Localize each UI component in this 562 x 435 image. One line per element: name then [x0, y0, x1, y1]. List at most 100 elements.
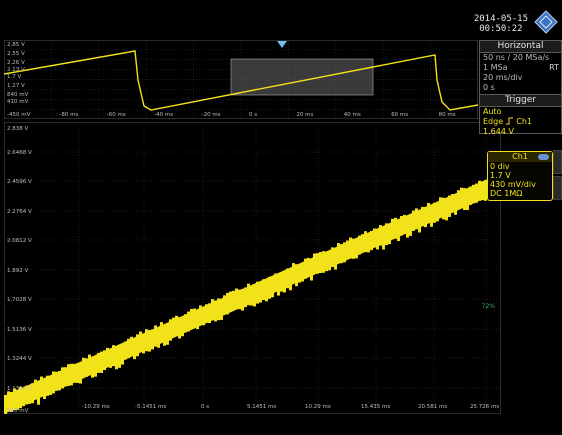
zoom-y-tick-label: 2.0812 V [7, 238, 32, 244]
zoom-trace-segment [343, 242, 346, 263]
zoom-y-tick-label: 946 mV [7, 408, 29, 414]
zoom-y-tick-label: 1.7028 V [7, 297, 32, 303]
zoom-trace-segment [322, 251, 325, 273]
zoom-y-tick-label: 2.4596 V [7, 179, 32, 185]
zoom-trace-segment [49, 375, 52, 395]
zoom-trace-segment [415, 208, 418, 230]
zoom-trace-segment [196, 310, 199, 330]
overview-trigger-position-marker[interactable] [277, 41, 287, 49]
zoom-trace-segment [448, 195, 451, 217]
zoom-trace-segment [178, 317, 181, 339]
channel1-scale: 430 mV/div [490, 180, 536, 189]
zoom-trace-segment [289, 269, 292, 291]
overview-y-tick-label: 2.85 V [7, 42, 25, 48]
zoom-trace-segment [472, 184, 475, 204]
zoom-trace-segment [442, 197, 445, 220]
zoom-trace-segment [424, 206, 427, 228]
zoom-trace-segment [34, 379, 37, 398]
overview-x-tick-label: -20 ms [202, 112, 221, 118]
zoom-trace-segment [280, 272, 283, 292]
zoom-trace-segment [349, 237, 352, 259]
zoom-trace-segment [430, 205, 433, 227]
zoom-trace-segment [262, 279, 265, 301]
side-scroll-handle-top[interactable] [553, 150, 562, 174]
zoom-trace-segment [259, 282, 262, 303]
zoom-x-tick-label: 20.581 ms [418, 404, 447, 410]
zoom-trace-segment [313, 253, 316, 274]
overview-x-tick-label: 80 ms [439, 112, 456, 118]
zoom-trace-segment [217, 298, 220, 321]
zoom-trace-segment [145, 329, 148, 352]
zoom-trace-segment [55, 371, 58, 391]
zoom-trace-segment [67, 364, 70, 386]
zoom-x-tick-label: -5.1451 ms [135, 404, 166, 410]
horizontal-timebase: 20 ms/div [483, 73, 523, 82]
zoom-right-marker: 72% [482, 303, 496, 310]
zoom-trace-segment [295, 264, 298, 287]
trigger-mode: Auto [483, 107, 502, 116]
trigger-title[interactable]: Trigger [480, 94, 561, 107]
zoom-trace-segment [127, 338, 130, 359]
zoom-trace-segment [466, 189, 469, 211]
trigger-level: 1.644 V [483, 127, 514, 136]
zoom-trace-segment [235, 288, 238, 309]
overview-waveform[interactable]: 2.85 V 2.55 V 2.26 V2.13 V1.7 V 1.27 V 840 m… [4, 40, 478, 119]
zoom-trace-segment [460, 187, 463, 208]
overview-x-tick-label: 60 ms [391, 112, 408, 118]
zoom-trace-segment [118, 346, 121, 368]
zoom-x-tick-label: 25.726 ms [470, 404, 499, 410]
zoom-waveform[interactable]: 2.838 V 2.6468 V 2.4596 V 2.2764 V 2.0812 V 1… [4, 122, 501, 414]
date-text: 2014-05-15 [473, 14, 528, 24]
channel1-panel[interactable]: Ch1 0 div 1.7 V 430 mV/div DC 1MΩ [487, 151, 553, 201]
zoom-trace-segment [481, 181, 484, 201]
zoom-y-tick-label: 1.5136 V [7, 327, 32, 333]
trigger-source: Ch1 [516, 117, 532, 126]
channel1-toggle-icon[interactable] [538, 154, 549, 160]
zoom-trace-segment [394, 217, 397, 239]
channel1-title: Ch1 [512, 152, 528, 161]
zoom-x-tick-label: 10.29 ms [305, 404, 331, 410]
zoom-trace-segment [109, 349, 112, 368]
rising-edge-icon [505, 117, 513, 125]
zoom-trace-segment [382, 227, 385, 250]
overview-y-tick-label: 2.55 V [7, 51, 25, 57]
zoom-trace-segment [355, 239, 358, 259]
zoom-trace-segment [130, 336, 133, 357]
zoom-trace-segment [115, 347, 118, 370]
time-text: 00:50:22 [479, 24, 523, 34]
channel1-position: 1.7 V [490, 171, 511, 180]
zoom-y-tick-label: 1.1352 V [7, 386, 32, 392]
zoom-trace-segment [328, 251, 331, 271]
zoom-trace-segment [256, 281, 259, 304]
zoom-trace-segment [100, 351, 103, 373]
horizontal-trigger-panel[interactable]: Horizontal 50 ns / 20 MSa/s 1 MSa RT 20 … [479, 40, 562, 136]
zoom-y-tick-label: 2.2764 V [7, 209, 32, 215]
zoom-trace-segment [61, 367, 64, 389]
zoom-trace-segment [88, 354, 91, 375]
zoom-y-tick-label: 1.3244 V [7, 356, 32, 362]
zoom-trace-segment [250, 285, 253, 306]
zoom-trace-segment [172, 317, 175, 336]
side-scroll-handle-bottom[interactable] [553, 176, 562, 200]
rohde-schwarz-diamond-icon[interactable] [534, 10, 558, 34]
horizontal-title[interactable]: Horizontal [480, 41, 561, 53]
zoom-window-rect[interactable] [230, 58, 374, 96]
zoom-trace-segment [184, 314, 187, 333]
zoom-trace-segment [478, 180, 481, 201]
zoom-trace-segment [451, 194, 454, 213]
zoom-trace-segment [160, 322, 163, 341]
zoom-trace-segment [136, 334, 139, 357]
zoom-trace-segment [304, 258, 307, 279]
overview-x-tick-label: 40 ms [344, 112, 361, 118]
zoom-trace-segment [403, 214, 406, 234]
zoom-trace-segment [469, 186, 472, 205]
zoom-trace-segment [379, 225, 382, 246]
zoom-trace-segment [391, 218, 394, 238]
channel1-title-bar[interactable]: Ch1 [488, 152, 552, 162]
zoom-trace-segment [409, 215, 412, 236]
horizontal-record-text: 1 MSa [483, 63, 508, 72]
zoom-trace-segment [298, 264, 301, 283]
zoom-x-tick-label: -10.29 ms [82, 404, 110, 410]
zoom-trace-segment [463, 188, 466, 211]
rt-label: RT [549, 63, 559, 72]
